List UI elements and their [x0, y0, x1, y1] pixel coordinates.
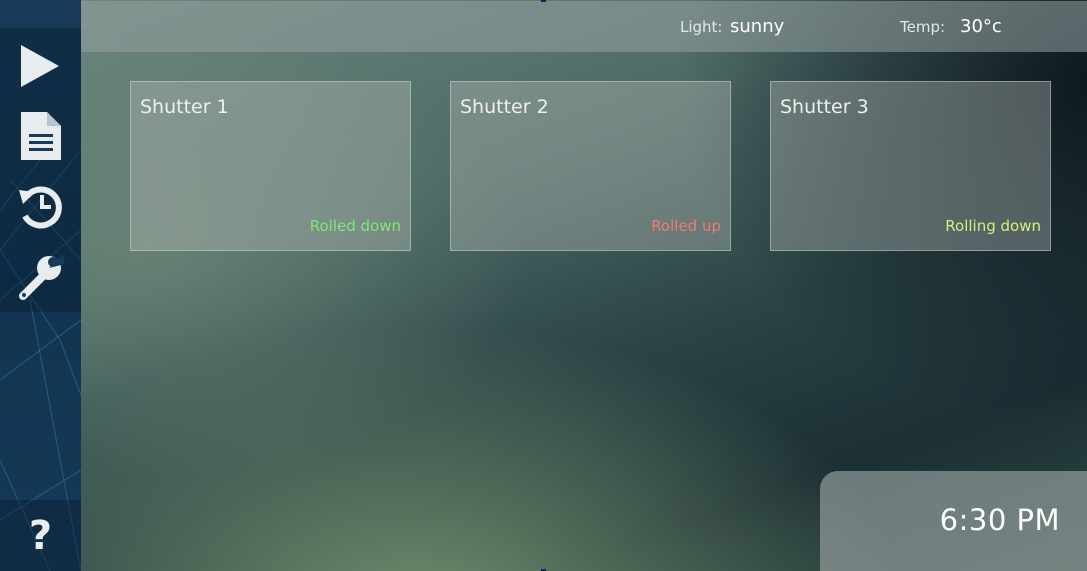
shutter-status: Rolled up — [651, 217, 721, 235]
shutter-status: Rolling down — [945, 217, 1041, 235]
play-button[interactable] — [0, 33, 81, 99]
help-button[interactable]: ? — [0, 503, 81, 569]
shutter-card-2[interactable]: Shutter 2 Rolled up — [450, 81, 731, 251]
temp-value: 30°c — [960, 16, 1002, 37]
temp-label: Temp: — [900, 18, 946, 36]
shutter-title: Shutter 2 — [460, 96, 549, 118]
edge-marker-top — [541, 0, 546, 2]
history-icon — [18, 186, 62, 229]
clock-panel: 6:30 PM — [820, 471, 1087, 571]
settings-button[interactable] — [0, 245, 81, 311]
status-bar: Light: sunny Temp: 30°c — [81, 1, 1087, 52]
clock-time: 6:30 PM — [939, 503, 1060, 537]
play-icon — [20, 45, 59, 87]
shutter-card-1[interactable]: Shutter 1 Rolled down — [130, 81, 411, 251]
history-button[interactable] — [0, 174, 81, 240]
document-button[interactable] — [0, 103, 81, 169]
light-value: sunny — [730, 16, 785, 37]
shutter-title: Shutter 1 — [140, 96, 229, 118]
wrench-icon — [18, 254, 65, 300]
help-icon: ? — [28, 513, 53, 559]
document-icon — [20, 112, 61, 160]
app-root: ? Light: sunny Temp: 30°c Shutter 1 Roll… — [0, 0, 1087, 571]
shutter-title: Shutter 3 — [780, 96, 869, 118]
shutter-card-3[interactable]: Shutter 3 Rolling down — [770, 81, 1051, 251]
sidebar: ? — [0, 0, 81, 571]
shutter-status: Rolled down — [309, 217, 401, 235]
light-label: Light: — [680, 18, 723, 36]
